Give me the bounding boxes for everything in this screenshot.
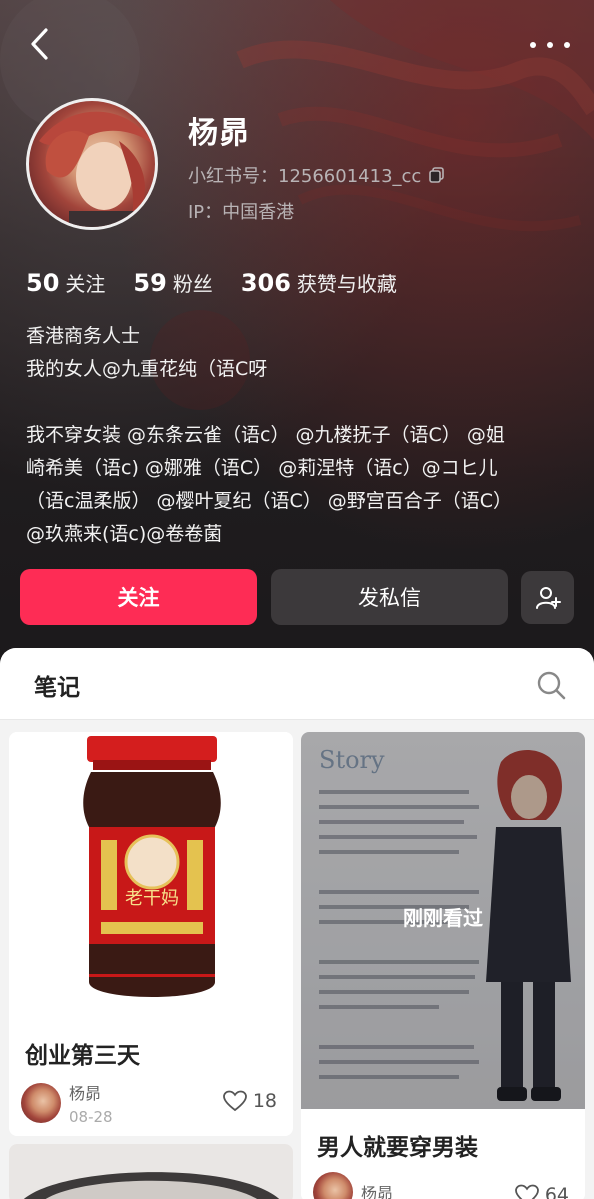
add-user-icon (535, 586, 561, 609)
stat-followers[interactable]: 59 粉丝 (133, 268, 212, 297)
note-card[interactable] (9, 1144, 293, 1199)
bio-line: 我的女人@九重花纯（语C呀 (26, 358, 268, 380)
chili-jar-image: 老干妈 (83, 736, 221, 997)
profile-name: 杨昴 (188, 116, 250, 151)
note-card[interactable]: Story 刚刚看过 男人就要穿男装 杨昴 64 (301, 732, 585, 1199)
notes-tabbar: 笔记 (0, 648, 594, 720)
like-button[interactable]: 64 (514, 1184, 569, 1199)
message-button[interactable]: 发私信 (271, 569, 508, 625)
more-button[interactable] (530, 30, 570, 60)
note-card[interactable]: 老干妈 创业第三天 杨昴 08-28 18 (9, 732, 293, 1136)
recently-viewed-label: 刚刚看过 (403, 906, 483, 930)
note-title: 男人就要穿男装 (317, 1135, 478, 1161)
note-date: 08-28 (69, 1108, 113, 1126)
more-icon (530, 42, 536, 48)
author-name: 杨昴 (69, 1084, 102, 1103)
author-avatar (313, 1172, 353, 1199)
bio-line: 崎希美（语c) @娜雅（语C） @莉涅特（语c）@コヒ儿 (26, 457, 498, 479)
avatar-artwork (39, 111, 154, 227)
stat-following[interactable]: 50 关注 (26, 268, 105, 297)
copy-icon[interactable] (429, 167, 445, 183)
heart-icon (222, 1090, 247, 1112)
note-author[interactable]: 杨昴 08-28 (21, 1080, 113, 1126)
avatar[interactable] (26, 98, 158, 230)
follow-button[interactable]: 关注 (20, 569, 257, 625)
note-author[interactable]: 杨昴 (313, 1172, 393, 1199)
like-count: 18 (252, 1090, 277, 1112)
stat-label: 获赞与收藏 (296, 272, 397, 296)
like-button[interactable]: 18 (222, 1090, 277, 1112)
notes-sheet: 笔记 老干妈 创业第三天 杨昴 08-28 18 Story 刚刚看过 男人就要… (0, 648, 594, 1199)
note-cover-image: 老干妈 (9, 732, 293, 1022)
ip-location: IP：中国香港 (188, 202, 295, 223)
note-cover-image: Story 刚刚看过 (301, 732, 585, 1109)
back-button[interactable] (24, 26, 54, 62)
svg-text:老干妈: 老干妈 (125, 888, 179, 909)
stat-label: 粉丝 (172, 272, 213, 296)
note-cover-image (9, 1144, 293, 1199)
like-count: 64 (544, 1184, 569, 1199)
stats-row: 50 关注 59 粉丝 306 获赞与收藏 (26, 268, 397, 297)
search-icon[interactable] (536, 670, 566, 700)
author-name: 杨昴 (361, 1184, 394, 1199)
bio-line: （语c温柔版） @樱叶夏纪（语C） @野宫百合子（语C） (26, 490, 513, 512)
note-title: 创业第三天 (25, 1043, 140, 1069)
stat-likes-collects[interactable]: 306 获赞与收藏 (241, 268, 397, 297)
author-avatar (21, 1083, 61, 1123)
bio-line: 香港商务人士 (26, 325, 141, 347)
tab-notes[interactable]: 笔记 (34, 668, 80, 702)
bio-line: @玖燕来(语c)@卷卷菌 (26, 523, 223, 545)
bio: 香港商务人士 我的女人@九重花纯（语C呀 我不穿女装 @东条云雀（语c） @九楼… (26, 320, 571, 551)
stat-number: 50 (26, 269, 60, 297)
red-id-text: 小红书号：1256601413_cc (188, 166, 422, 187)
back-icon (31, 28, 48, 60)
heart-icon (514, 1184, 539, 1199)
red-id[interactable]: 小红书号：1256601413_cc (188, 162, 445, 188)
stat-label: 关注 (65, 272, 106, 296)
bio-spacer (26, 386, 571, 419)
add-friend-button[interactable] (521, 571, 574, 624)
bio-line: 我不穿女装 @东条云雀（语c） @九楼抚子（语C） @姐 (26, 424, 505, 446)
stat-number: 59 (133, 269, 167, 297)
stat-number: 306 (240, 269, 291, 297)
